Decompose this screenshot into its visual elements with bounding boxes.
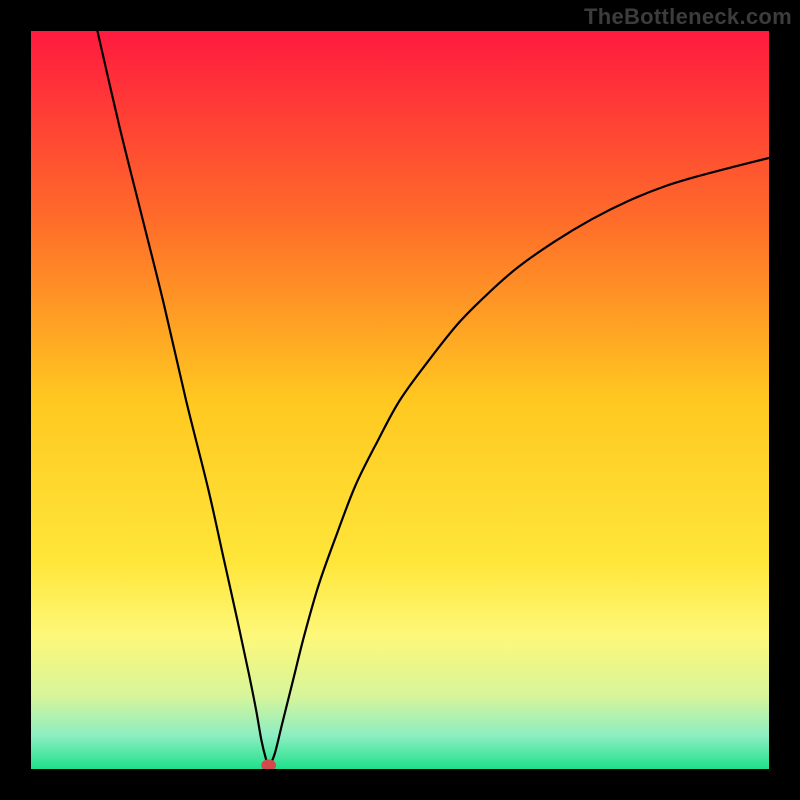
chart-frame <box>31 31 769 769</box>
watermark-text: TheBottleneck.com <box>584 4 792 30</box>
bottleneck-chart <box>31 31 769 769</box>
